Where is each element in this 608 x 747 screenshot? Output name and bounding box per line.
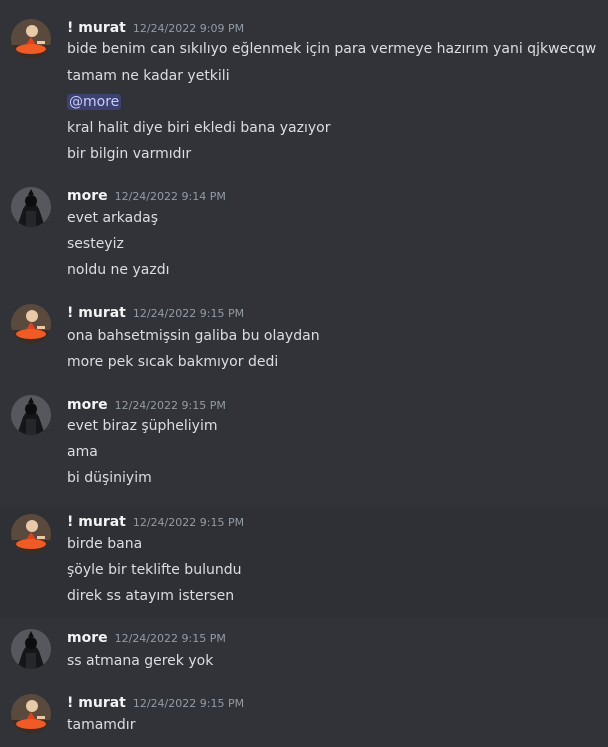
message-text: şöyle bir teklifte bulundu <box>67 562 242 578</box>
message-group: ! murat 12/24/2022 9:15 PM tamamdır <box>0 688 608 747</box>
username[interactable]: more <box>67 630 108 646</box>
username[interactable]: more <box>67 397 108 413</box>
timestamp[interactable]: 12/24/2022 9:14 PM <box>115 190 226 203</box>
message-header: ! murat 12/24/2022 9:09 PM <box>67 20 244 38</box>
message-text: direk ss atayım istersen <box>67 588 235 604</box>
dark-knight-avatar-icon <box>11 629 51 669</box>
username[interactable]: ! murat <box>67 695 126 711</box>
ballerina-avatar-icon <box>11 694 51 734</box>
message-text: ona bahsetmişsin galiba bu olaydan <box>67 328 320 344</box>
message-group: ! murat 12/24/2022 9:15 PM birde bana şö… <box>0 508 608 618</box>
username[interactable]: ! murat <box>67 514 126 530</box>
timestamp[interactable]: 12/24/2022 9:09 PM <box>133 22 244 35</box>
message-header: more 12/24/2022 9:14 PM <box>67 188 226 206</box>
message-text: bide benim can sıkılıyo eğlenmek için pa… <box>67 41 597 57</box>
message-text: evet biraz şüpheliyim <box>67 418 218 434</box>
avatar[interactable] <box>11 19 51 59</box>
dark-knight-avatar-icon <box>11 395 51 435</box>
message-text: birde bana <box>67 536 143 552</box>
dark-knight-avatar-icon <box>11 187 51 227</box>
timestamp[interactable]: 12/24/2022 9:15 PM <box>115 632 226 645</box>
message-header: ! murat 12/24/2022 9:15 PM <box>67 695 244 713</box>
message-text: sesteyiz <box>67 236 124 252</box>
message-header: ! murat 12/24/2022 9:15 PM <box>67 514 244 532</box>
message-text: evet arkadaş <box>67 210 158 226</box>
timestamp[interactable]: 12/24/2022 9:15 PM <box>133 697 244 710</box>
avatar[interactable] <box>11 395 51 435</box>
message-header: ! murat 12/24/2022 9:15 PM <box>67 305 244 323</box>
ballerina-avatar-icon <box>11 19 51 59</box>
message-text: noldu ne yazdı <box>67 262 170 278</box>
message-text: bi düşiniyim <box>67 470 152 486</box>
message-group: more 12/24/2022 9:15 PM evet biraz şüphe… <box>0 388 608 498</box>
avatar[interactable] <box>11 187 51 227</box>
avatar[interactable] <box>11 514 51 554</box>
avatar[interactable] <box>11 694 51 734</box>
message-text: tamamdır <box>67 717 136 733</box>
username[interactable]: more <box>67 188 108 204</box>
message-text: @more <box>67 93 122 111</box>
timestamp[interactable]: 12/24/2022 9:15 PM <box>133 307 244 320</box>
username[interactable]: ! murat <box>67 305 126 321</box>
message-header: more 12/24/2022 9:15 PM <box>67 630 226 648</box>
ballerina-avatar-icon <box>11 514 51 554</box>
message-header: more 12/24/2022 9:15 PM <box>67 397 226 415</box>
message-text: ss atmana gerek yok <box>67 653 214 669</box>
timestamp[interactable]: 12/24/2022 9:15 PM <box>133 516 244 529</box>
avatar[interactable] <box>11 304 51 344</box>
message-text: tamam ne kadar yetkili <box>67 68 230 84</box>
avatar[interactable] <box>11 629 51 669</box>
message-text: bir bilgin varmıdır <box>67 146 192 162</box>
message-group: more 12/24/2022 9:14 PM evet arkadaş ses… <box>0 180 608 290</box>
ballerina-avatar-icon <box>11 304 51 344</box>
timestamp[interactable]: 12/24/2022 9:15 PM <box>115 399 226 412</box>
message-group: more 12/24/2022 9:15 PM ss atmana gerek … <box>0 622 608 682</box>
message-text: ama <box>67 444 98 460</box>
username[interactable]: ! murat <box>67 20 126 36</box>
user-mention[interactable]: @more <box>67 94 122 110</box>
message-text: kral halit diye biri ekledi bana yazıyor <box>67 120 331 136</box>
message-group: ! murat 12/24/2022 9:15 PM ona bahsetmiş… <box>0 297 608 382</box>
message-group: ! murat 12/24/2022 9:09 PM bide benim ca… <box>0 12 608 172</box>
message-text: more pek sıcak bakmıyor dedi <box>67 354 279 370</box>
